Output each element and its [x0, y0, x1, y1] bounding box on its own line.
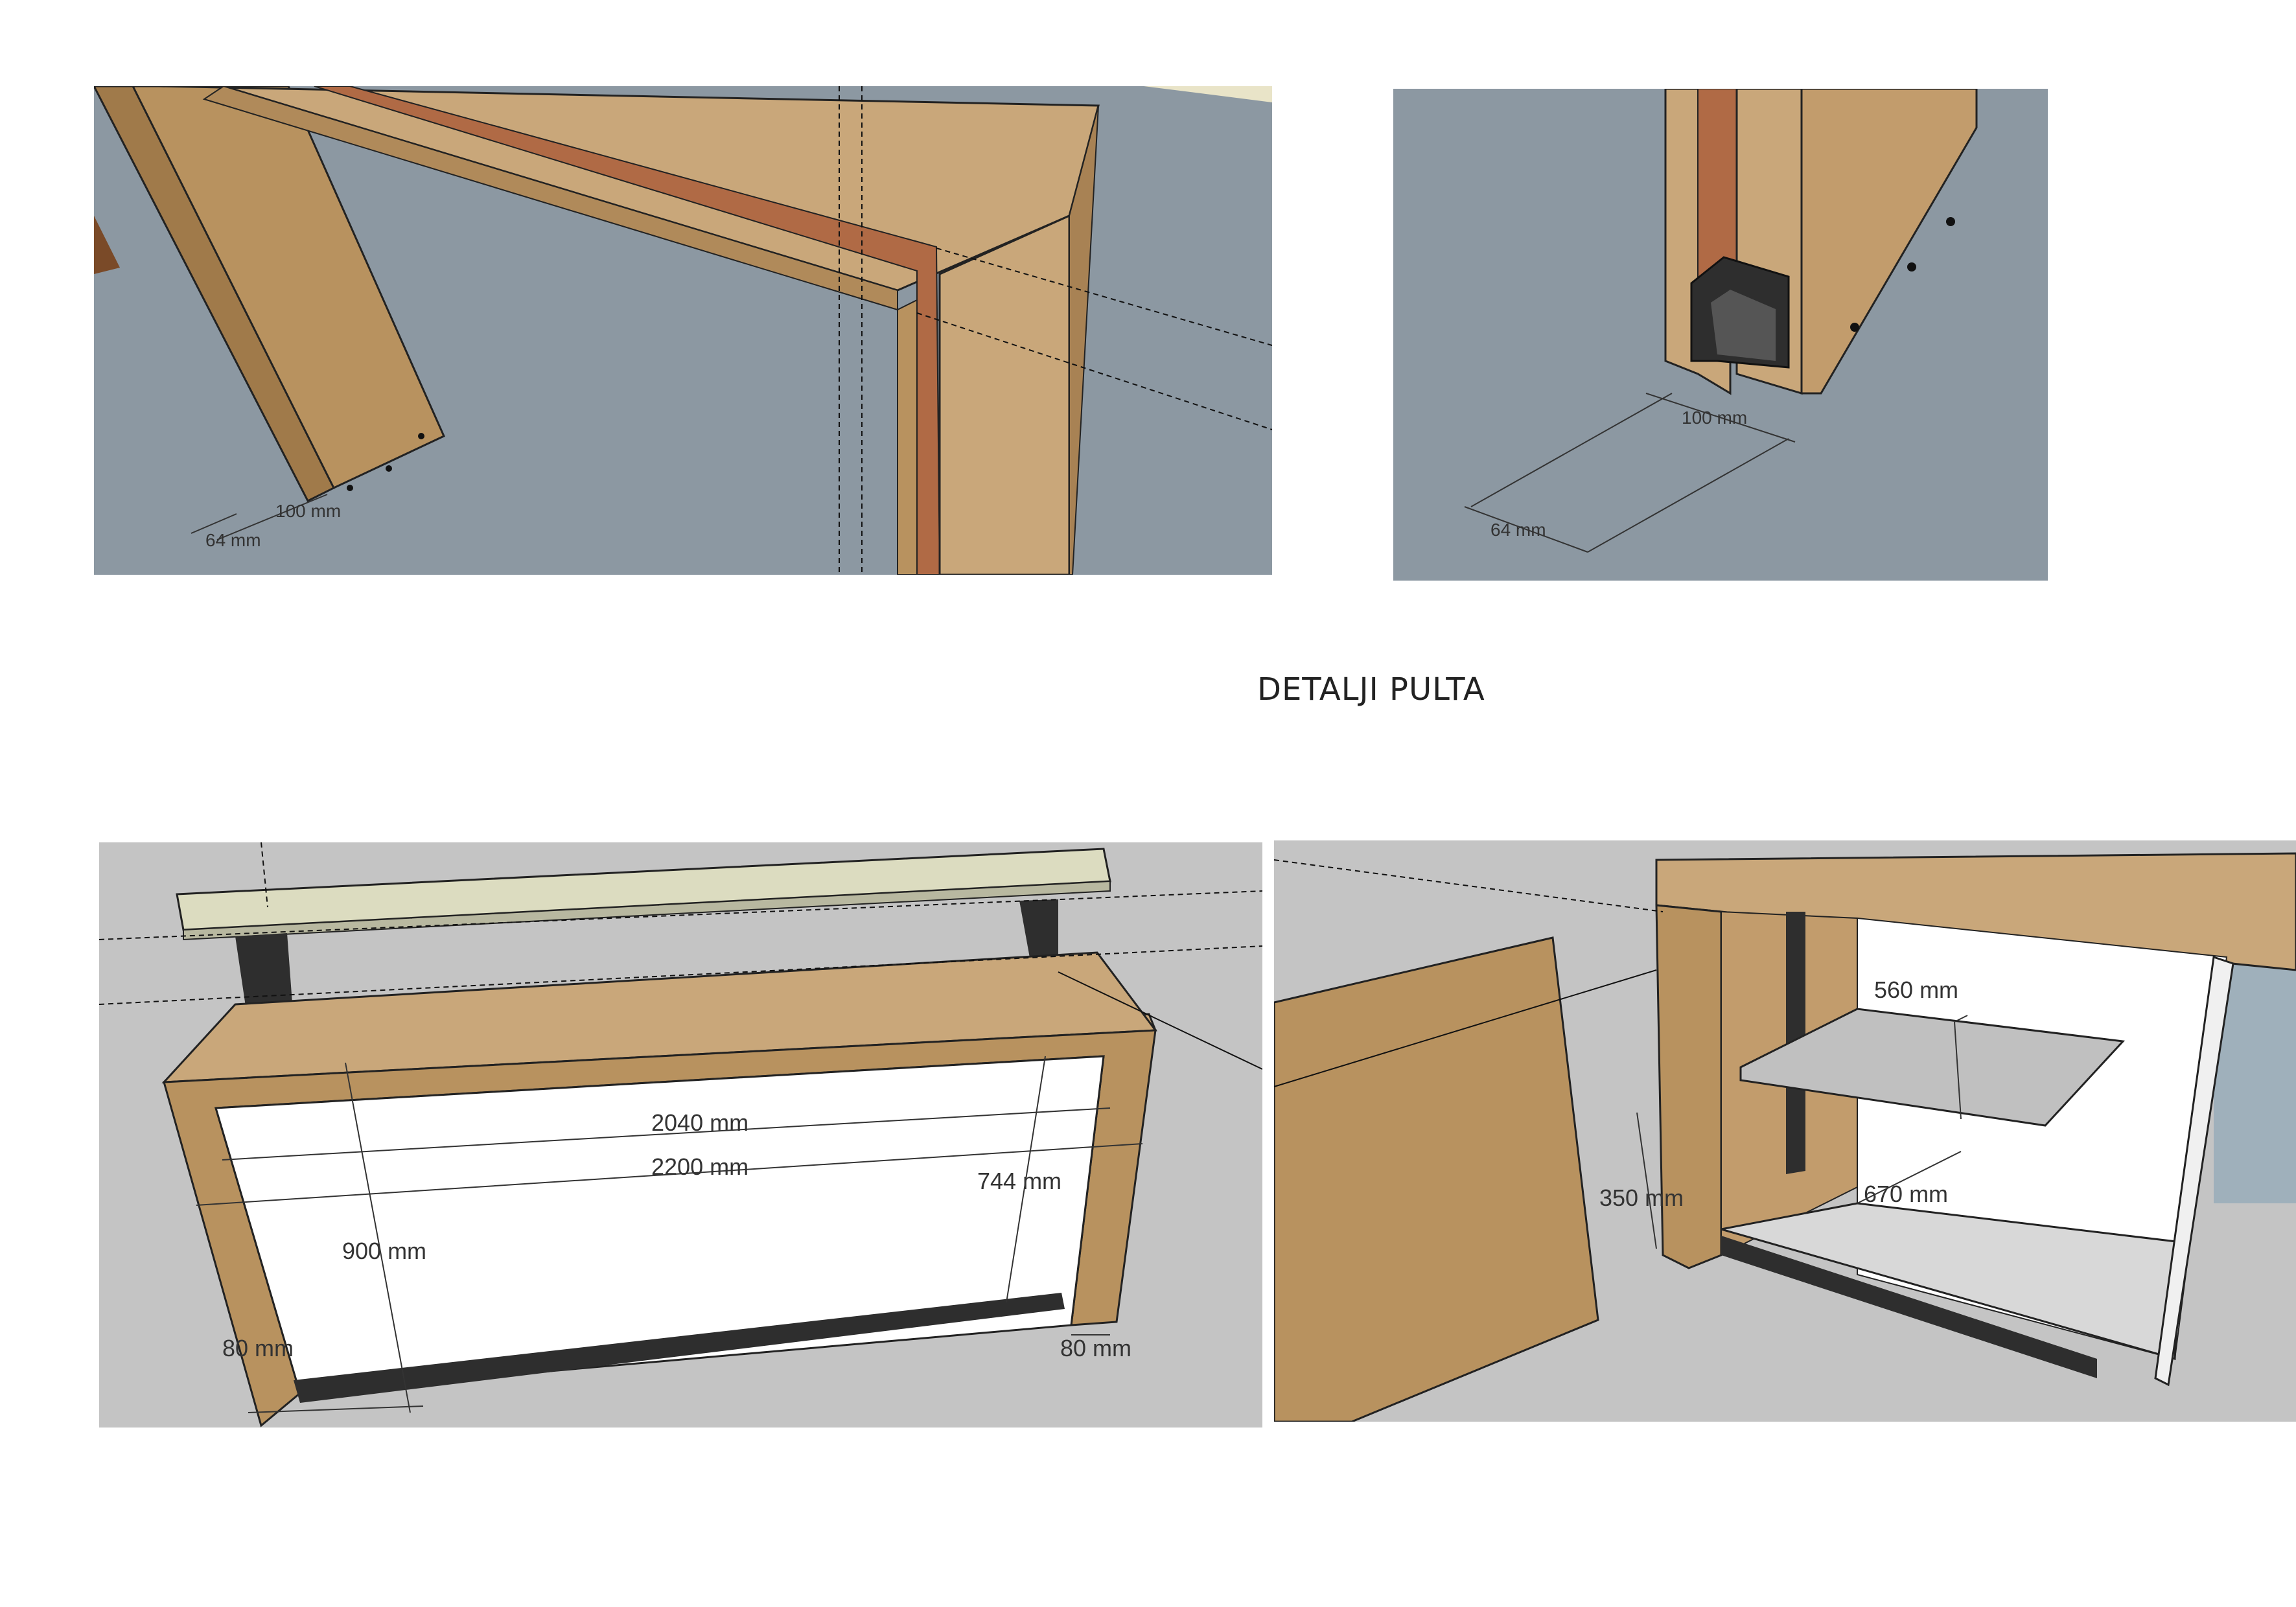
dimension-label: 2200 mm	[651, 1153, 748, 1180]
dimension-label: 80 mm	[222, 1335, 294, 1361]
dimension-label: 64 mm	[1490, 520, 1546, 540]
bolt-hole	[1946, 217, 1955, 226]
dimension-label: 2040 mm	[651, 1109, 748, 1136]
bolt-hole	[347, 485, 353, 491]
bolt-hole	[418, 433, 424, 439]
page-title: DETALJI PULTA	[1257, 671, 1485, 708]
dimension-label: 350 mm	[1599, 1185, 1684, 1211]
dimension-label: 64 mm	[205, 530, 261, 550]
detail-drawing-top-right: 100 mm 64 mm	[1393, 89, 2048, 581]
detail-drawing-top-left: 100 mm 64 mm	[94, 86, 1272, 575]
bolt-hole	[386, 465, 392, 472]
detail-drawing-bottom-left: 2040 mm 2200 mm 900 mm 744 mm 80 mm 80 m…	[99, 842, 1262, 1428]
detail-view-bottom-right: 560 mm 350 mm 670 mm	[1274, 840, 2296, 1422]
dimension-label: 900 mm	[342, 1238, 426, 1264]
right-leg	[938, 214, 1071, 575]
dimension-label: 100 mm	[1682, 408, 1747, 428]
dimension-label: 80 mm	[1060, 1335, 1131, 1361]
detail-drawing-bottom-right: 560 mm 350 mm 670 mm	[1274, 840, 2296, 1422]
dimension-label: 560 mm	[1874, 977, 1958, 1003]
detail-view-top-right: 100 mm 64 mm	[1393, 89, 2048, 581]
inner-leg	[897, 299, 918, 575]
bolt-hole	[1850, 323, 1859, 332]
detail-view-top-left: 100 mm 64 mm	[94, 86, 1272, 575]
dimension-label: 670 mm	[1864, 1181, 1948, 1207]
dimension-label: 744 mm	[977, 1168, 1061, 1194]
dimension-label: 100 mm	[275, 501, 341, 521]
bolt-hole	[1907, 262, 1916, 272]
detail-view-bottom-left: 2040 mm 2200 mm 900 mm 744 mm 80 mm 80 m…	[99, 842, 1262, 1428]
carcass-left-side	[1655, 904, 1722, 1269]
